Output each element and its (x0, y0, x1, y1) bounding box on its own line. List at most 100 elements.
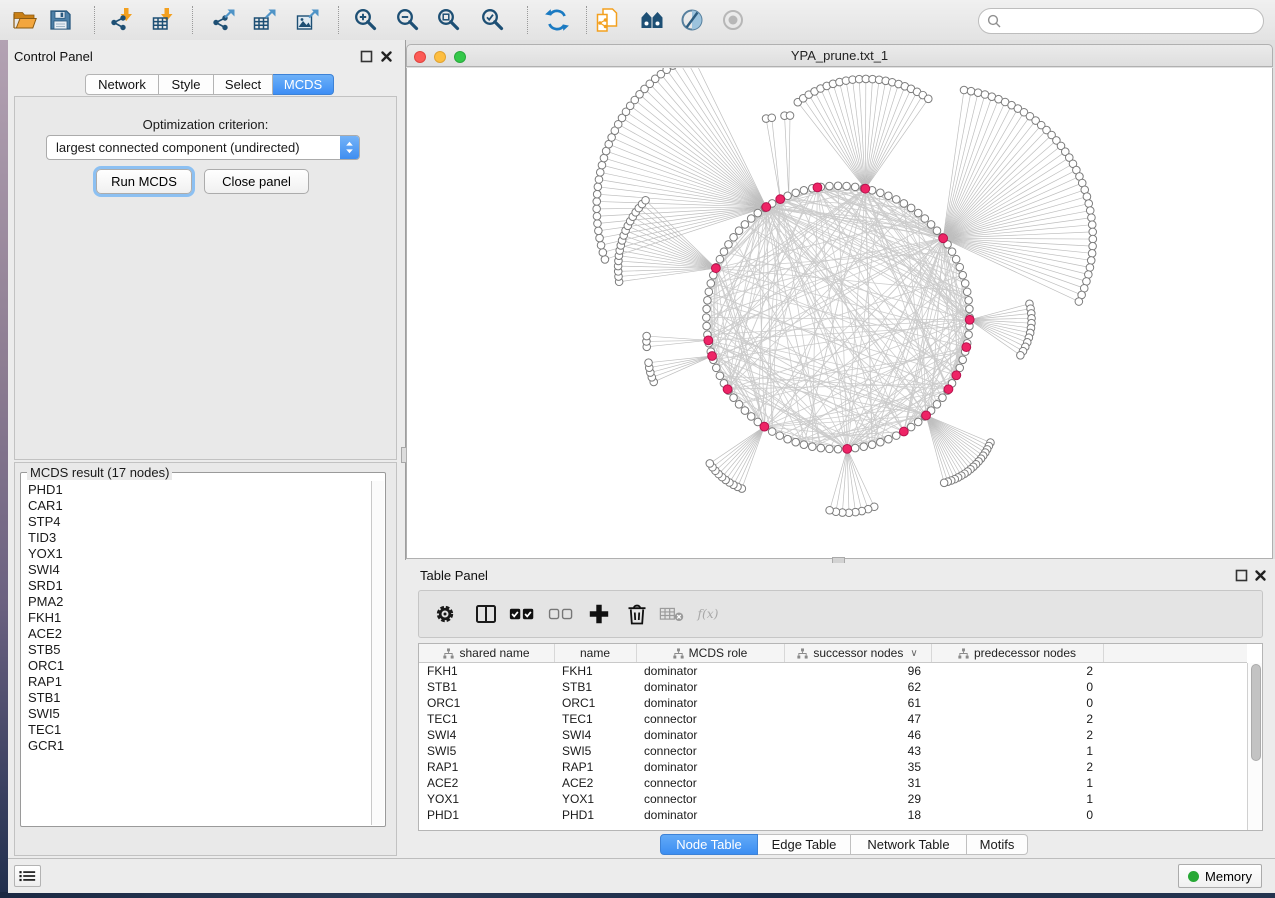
export-image-button[interactable] (295, 7, 321, 33)
table-row[interactable]: YOX1YOX1connector291 (419, 791, 1247, 807)
delete-table-button (659, 602, 685, 626)
close-table-panel-icon[interactable] (1254, 569, 1267, 582)
table-scrollbar-thumb[interactable] (1251, 664, 1261, 761)
save-icon (47, 7, 73, 33)
memory-button[interactable]: Memory (1178, 864, 1262, 888)
refresh-view-button[interactable] (544, 7, 570, 33)
tab-motifs[interactable]: Motifs (967, 834, 1028, 855)
run-mcds-button[interactable]: Run MCDS (96, 169, 192, 194)
mcds-result-node[interactable]: SWI4 (22, 562, 371, 578)
document-network-icon (594, 7, 620, 33)
column-header-successor-nodes[interactable]: successor nodes∨ (784, 644, 932, 662)
zoom-out-icon (395, 7, 421, 33)
result-list-scrollbar[interactable] (371, 481, 384, 825)
import-network-button[interactable] (109, 7, 135, 33)
table-row[interactable]: RAP1RAP1dominator352 (419, 759, 1247, 775)
tab-node-table[interactable]: Node Table (660, 834, 758, 855)
column-header-predecessor-nodes[interactable]: predecessor nodes (931, 644, 1104, 662)
gear-icon (432, 602, 458, 626)
column-header-MCDS-role[interactable]: MCDS role (636, 644, 785, 662)
close-panel-button[interactable]: Close panel (204, 169, 309, 194)
cell-predecessor-nodes: 2 (931, 759, 1093, 775)
mcds-result-node[interactable]: TID3 (22, 530, 371, 546)
search-input[interactable] (1005, 11, 1263, 31)
tab-mcds[interactable]: MCDS (273, 74, 334, 95)
mcds-result-node[interactable]: YOX1 (22, 546, 371, 562)
table-settings-button[interactable] (432, 602, 458, 626)
checked-boxes-icon (509, 602, 535, 626)
zoom-in-button[interactable] (353, 7, 379, 33)
table-row[interactable]: FKH1FKH1dominator962 (419, 663, 1247, 679)
close-panel-icon[interactable] (380, 50, 393, 63)
float-panel-icon[interactable] (360, 50, 373, 63)
mcds-result-node[interactable]: ACE2 (22, 626, 371, 642)
network-canvas[interactable] (406, 68, 1273, 559)
status-menu-button[interactable] (14, 865, 41, 887)
mcds-result-node[interactable]: PHD1 (22, 482, 371, 498)
mcds-result-node[interactable]: FKH1 (22, 610, 371, 626)
mcds-result-node[interactable]: PMA2 (22, 594, 371, 610)
table-row[interactable]: ACE2ACE2connector311 (419, 775, 1247, 791)
cell-name: ORC1 (554, 695, 636, 711)
export-network-icon (211, 7, 237, 33)
zoom-fit-button[interactable] (436, 7, 462, 33)
table-scrollbar[interactable] (1247, 663, 1262, 830)
optimization-criterion-select[interactable]: largest connected component (undirected) (46, 135, 360, 160)
toolbar-separator (586, 6, 587, 34)
zoom-selected-button[interactable] (480, 7, 506, 33)
network-from-selection-button[interactable] (594, 7, 620, 33)
delete-column-button[interactable] (624, 602, 650, 626)
mcds-result-node[interactable]: SWI5 (22, 706, 371, 722)
eye-icon (720, 7, 746, 33)
save-session-button[interactable] (47, 7, 73, 33)
cell-MCDS-role: dominator (636, 695, 784, 711)
mcds-result-node[interactable]: CAR1 (22, 498, 371, 514)
tab-select[interactable]: Select (214, 74, 273, 95)
cell-shared-name: PHD1 (419, 807, 554, 823)
table-row[interactable]: ORC1ORC1dominator610 (419, 695, 1247, 711)
mcds-result-node[interactable]: TEC1 (22, 722, 371, 738)
first-neighbors-button[interactable] (639, 7, 665, 33)
node-table: shared namenameMCDS rolesuccessor nodes∨… (418, 643, 1263, 831)
mcds-result-node[interactable]: ORC1 (22, 658, 371, 674)
tab-style[interactable]: Style (159, 74, 214, 95)
create-column-button[interactable] (586, 602, 612, 626)
mcds-result-node[interactable]: RAP1 (22, 674, 371, 690)
mcds-result-list[interactable]: PHD1CAR1STP4TID3YOX1SWI4SRD1PMA2FKH1ACE2… (22, 482, 371, 825)
zoom-out-button[interactable] (395, 7, 421, 33)
mcds-result-node[interactable]: STP4 (22, 514, 371, 530)
control-panel: Control Panel NetworkStyleSelectMCDS Opt… (8, 40, 405, 858)
show-all-columns-button[interactable] (509, 602, 535, 626)
main-toolbar (0, 0, 1275, 41)
table-row[interactable]: STB1STB1dominator620 (419, 679, 1247, 695)
mcds-result-node[interactable]: STB1 (22, 690, 371, 706)
cell-predecessor-nodes: 0 (931, 695, 1093, 711)
table-row[interactable]: PHD1PHD1dominator180 (419, 807, 1247, 823)
table-row[interactable]: SWI5SWI5connector431 (419, 743, 1247, 759)
open-file-button[interactable] (12, 7, 38, 33)
hide-selected-button[interactable] (679, 7, 705, 33)
mcds-result-title: MCDS result (17 nodes) (27, 465, 172, 480)
cell-successor-nodes: 46 (784, 727, 921, 743)
mcds-result-node[interactable]: SRD1 (22, 578, 371, 594)
cell-shared-name: ACE2 (419, 775, 554, 791)
table-row[interactable]: TEC1TEC1connector472 (419, 711, 1247, 727)
mcds-result-node[interactable]: GCR1 (22, 738, 371, 754)
export-table-button[interactable] (252, 7, 278, 33)
tab-network[interactable]: Network (85, 74, 159, 95)
network-window-titlebar[interactable]: YPA_prune.txt_1 (406, 44, 1273, 67)
import-table-button[interactable] (151, 7, 177, 33)
float-table-panel-icon[interactable] (1235, 569, 1248, 582)
tab-edge-table[interactable]: Edge Table (758, 834, 851, 855)
optimization-criterion-value: largest connected component (undirected) (47, 140, 340, 155)
search-box[interactable] (978, 8, 1264, 34)
hide-all-columns-button[interactable] (548, 602, 574, 626)
import-table-icon (151, 7, 177, 33)
column-header-name[interactable]: name (554, 644, 637, 662)
tab-network-table[interactable]: Network Table (851, 834, 967, 855)
toggle-panel-layout-button[interactable] (473, 602, 499, 626)
column-header-shared-name[interactable]: shared name (419, 644, 555, 662)
export-network-button[interactable] (211, 7, 237, 33)
mcds-result-node[interactable]: STB5 (22, 642, 371, 658)
table-row[interactable]: SWI4SWI4dominator462 (419, 727, 1247, 743)
